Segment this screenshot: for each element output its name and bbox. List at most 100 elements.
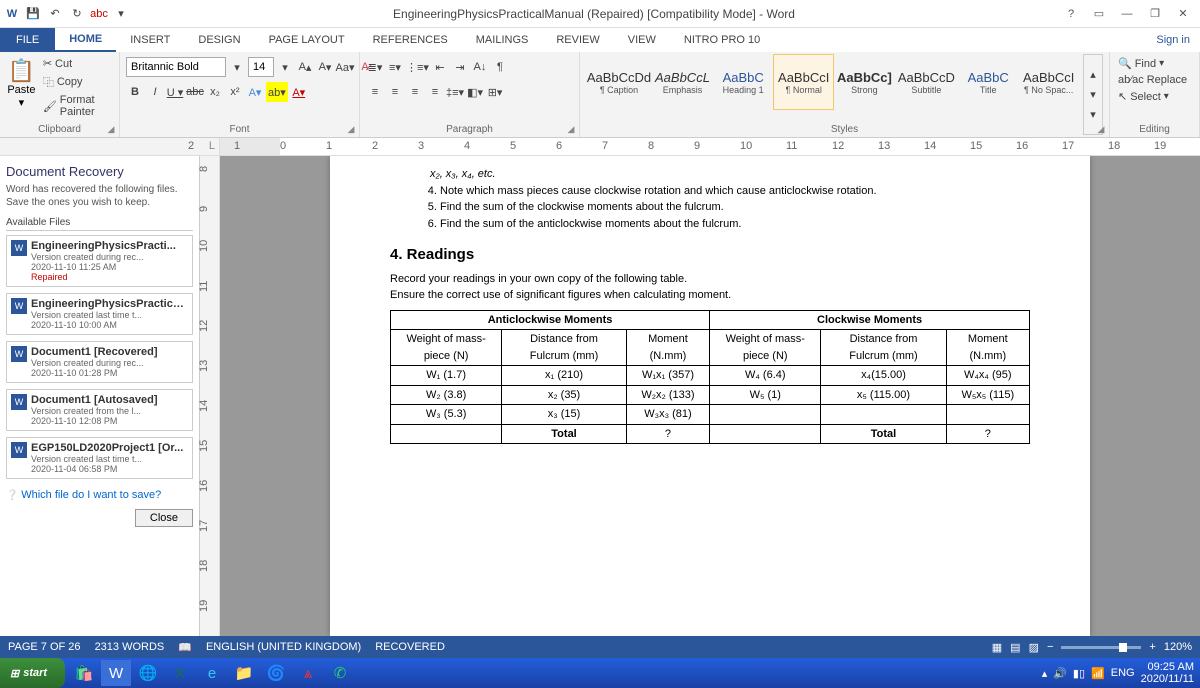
- grow-font-button[interactable]: A▴: [296, 57, 314, 77]
- font-dialog-launcher[interactable]: ◢: [345, 123, 357, 135]
- which-file-link[interactable]: ❔ Which file do I want to save?: [6, 489, 193, 501]
- tab-review[interactable]: REVIEW: [542, 28, 613, 52]
- restore-button[interactable]: ❐: [1142, 4, 1168, 24]
- task-store-icon[interactable]: 🛍️: [69, 660, 99, 686]
- recovery-item[interactable]: WEngineeringPhysicsPractica...Version cr…: [6, 293, 193, 335]
- qat-redo[interactable]: ↻: [68, 4, 86, 24]
- style-heading-1[interactable]: AaBbCHeading 1: [713, 54, 774, 110]
- style---normal[interactable]: AaBbCcI¶ Normal: [773, 54, 834, 110]
- numbering-button[interactable]: ≡▾: [386, 57, 404, 77]
- status-language[interactable]: ENGLISH (UNITED KINGDOM): [206, 641, 361, 653]
- strikethrough-button[interactable]: abc: [186, 82, 204, 102]
- decrease-indent-button[interactable]: ⇤: [431, 57, 449, 77]
- signin-link[interactable]: Sign in: [1156, 28, 1200, 52]
- styles-down-button[interactable]: ▾: [1084, 85, 1102, 105]
- zoom-slider[interactable]: [1061, 646, 1141, 649]
- qat-save[interactable]: 💾: [24, 4, 42, 24]
- tray-lang[interactable]: ENG: [1111, 667, 1135, 679]
- recovery-item[interactable]: WEGP150LD2020Project1 [Or...Version crea…: [6, 437, 193, 479]
- increase-indent-button[interactable]: ⇥: [451, 57, 469, 77]
- tab-insert[interactable]: INSERT: [116, 28, 184, 52]
- recovery-item[interactable]: WDocument1 [Recovered]Version created du…: [6, 341, 193, 383]
- style-strong[interactable]: AaBbCc]Strong: [834, 54, 895, 110]
- task-chrome-icon[interactable]: 🌐: [133, 660, 163, 686]
- tray-network-icon[interactable]: 📶: [1091, 667, 1105, 680]
- task-excel-icon[interactable]: X: [165, 660, 195, 686]
- task-ie-icon[interactable]: e: [197, 660, 227, 686]
- italic-button[interactable]: I: [146, 82, 164, 102]
- align-center-button[interactable]: ≡: [386, 82, 404, 102]
- status-words[interactable]: 2313 WORDS: [95, 641, 165, 653]
- font-name-select[interactable]: [126, 57, 226, 77]
- zoom-level[interactable]: 120%: [1164, 641, 1192, 653]
- sort-button[interactable]: A↓: [471, 57, 489, 77]
- view-read-mode[interactable]: ▦: [992, 641, 1002, 654]
- borders-button[interactable]: ⊞▾: [486, 82, 504, 102]
- style---no-spac---[interactable]: AaBbCcI¶ No Spac...: [1018, 54, 1079, 110]
- find-button[interactable]: 🔍Find ▾: [1116, 56, 1189, 71]
- highlight-button[interactable]: ab▾: [266, 82, 288, 102]
- tab-home[interactable]: HOME: [55, 28, 116, 52]
- minimize-button[interactable]: —: [1114, 4, 1140, 24]
- shrink-font-button[interactable]: A▾: [316, 57, 334, 77]
- bold-button[interactable]: B: [126, 82, 144, 102]
- help-button[interactable]: ?: [1058, 4, 1084, 24]
- styles-dialog-launcher[interactable]: ◢: [1095, 123, 1107, 135]
- format-painter-button[interactable]: 🖌Format Painter: [41, 93, 113, 119]
- style-emphasis[interactable]: AaBbCcLEmphasis: [652, 54, 713, 110]
- shading-button[interactable]: ◧▾: [466, 82, 484, 102]
- tray-battery-icon[interactable]: ▮▯: [1073, 667, 1085, 680]
- horizontal-ruler[interactable]: 21012345678910111213141516171819: [220, 138, 1200, 155]
- justify-button[interactable]: ≡: [426, 82, 444, 102]
- task-word-icon[interactable]: W: [101, 660, 131, 686]
- qat-undo[interactable]: ↶: [46, 4, 64, 24]
- style---caption[interactable]: AaBbCcDd¶ Caption: [586, 54, 652, 110]
- status-page[interactable]: PAGE 7 OF 26: [8, 641, 81, 653]
- cut-button[interactable]: ✂Cut: [41, 56, 113, 71]
- select-button[interactable]: ↖Select ▾: [1116, 89, 1189, 104]
- tray-show-hidden-icon[interactable]: ▴: [1042, 667, 1048, 680]
- change-case-button[interactable]: Aa▾: [336, 57, 354, 77]
- tab-view[interactable]: VIEW: [614, 28, 670, 52]
- tab-design[interactable]: DESIGN: [184, 28, 254, 52]
- font-size-select[interactable]: [248, 57, 274, 77]
- clipboard-dialog-launcher[interactable]: ◢: [105, 123, 117, 135]
- font-size-dropdown-icon[interactable]: ▾: [276, 57, 294, 77]
- recovery-item[interactable]: WEngineeringPhysicsPracti...Version crea…: [6, 235, 193, 287]
- tray-clock[interactable]: 09:25 AM 2020/11/11: [1141, 661, 1194, 685]
- close-button[interactable]: ✕: [1170, 4, 1196, 24]
- tab-page-layout[interactable]: PAGE LAYOUT: [255, 28, 359, 52]
- qat-spellcheck[interactable]: abc: [90, 4, 108, 24]
- text-effects-button[interactable]: A▾: [246, 82, 264, 102]
- qat-customize[interactable]: ▾: [112, 4, 130, 24]
- subscript-button[interactable]: x₂: [206, 82, 224, 102]
- view-print-layout[interactable]: ▤: [1010, 641, 1020, 654]
- ribbon-options-button[interactable]: ▭: [1086, 4, 1112, 24]
- font-color-button[interactable]: A▾: [290, 82, 308, 102]
- vertical-ruler[interactable]: 8910111213141516171819: [200, 156, 220, 636]
- task-explorer-icon[interactable]: 📁: [229, 660, 259, 686]
- recovery-close-button[interactable]: Close: [135, 509, 193, 527]
- tab-nitro[interactable]: NITRO PRO 10: [670, 28, 774, 52]
- task-edge-icon[interactable]: 🌀: [261, 660, 291, 686]
- zoom-in-button[interactable]: +: [1149, 641, 1155, 653]
- paragraph-dialog-launcher[interactable]: ◢: [565, 123, 577, 135]
- style-title[interactable]: AaBbCTitle: [958, 54, 1019, 110]
- tray-volume-icon[interactable]: 🔊: [1053, 667, 1067, 680]
- align-left-button[interactable]: ≡: [366, 82, 384, 102]
- font-name-dropdown-icon[interactable]: ▾: [228, 57, 246, 77]
- line-spacing-button[interactable]: ‡≡▾: [446, 82, 464, 102]
- show-marks-button[interactable]: ¶: [491, 57, 509, 77]
- multilevel-button[interactable]: ⋮≡▾: [406, 57, 429, 77]
- copy-button[interactable]: ⿻Copy: [41, 73, 113, 91]
- bullets-button[interactable]: ≣▾: [366, 57, 384, 77]
- tab-references[interactable]: REFERENCES: [359, 28, 462, 52]
- zoom-thumb[interactable]: [1119, 643, 1127, 652]
- zoom-out-button[interactable]: −: [1047, 641, 1053, 653]
- recovery-item[interactable]: WDocument1 [Autosaved]Version created fr…: [6, 389, 193, 431]
- document-area[interactable]: x₂, x₃, x₄, etc. Note which mass pieces …: [220, 156, 1200, 636]
- underline-button[interactable]: U ▾: [166, 82, 184, 102]
- replace-button[interactable]: ab⁄acReplace: [1116, 73, 1189, 87]
- status-proofing-icon[interactable]: 📖: [178, 641, 192, 654]
- start-button[interactable]: ⊞start: [0, 658, 65, 688]
